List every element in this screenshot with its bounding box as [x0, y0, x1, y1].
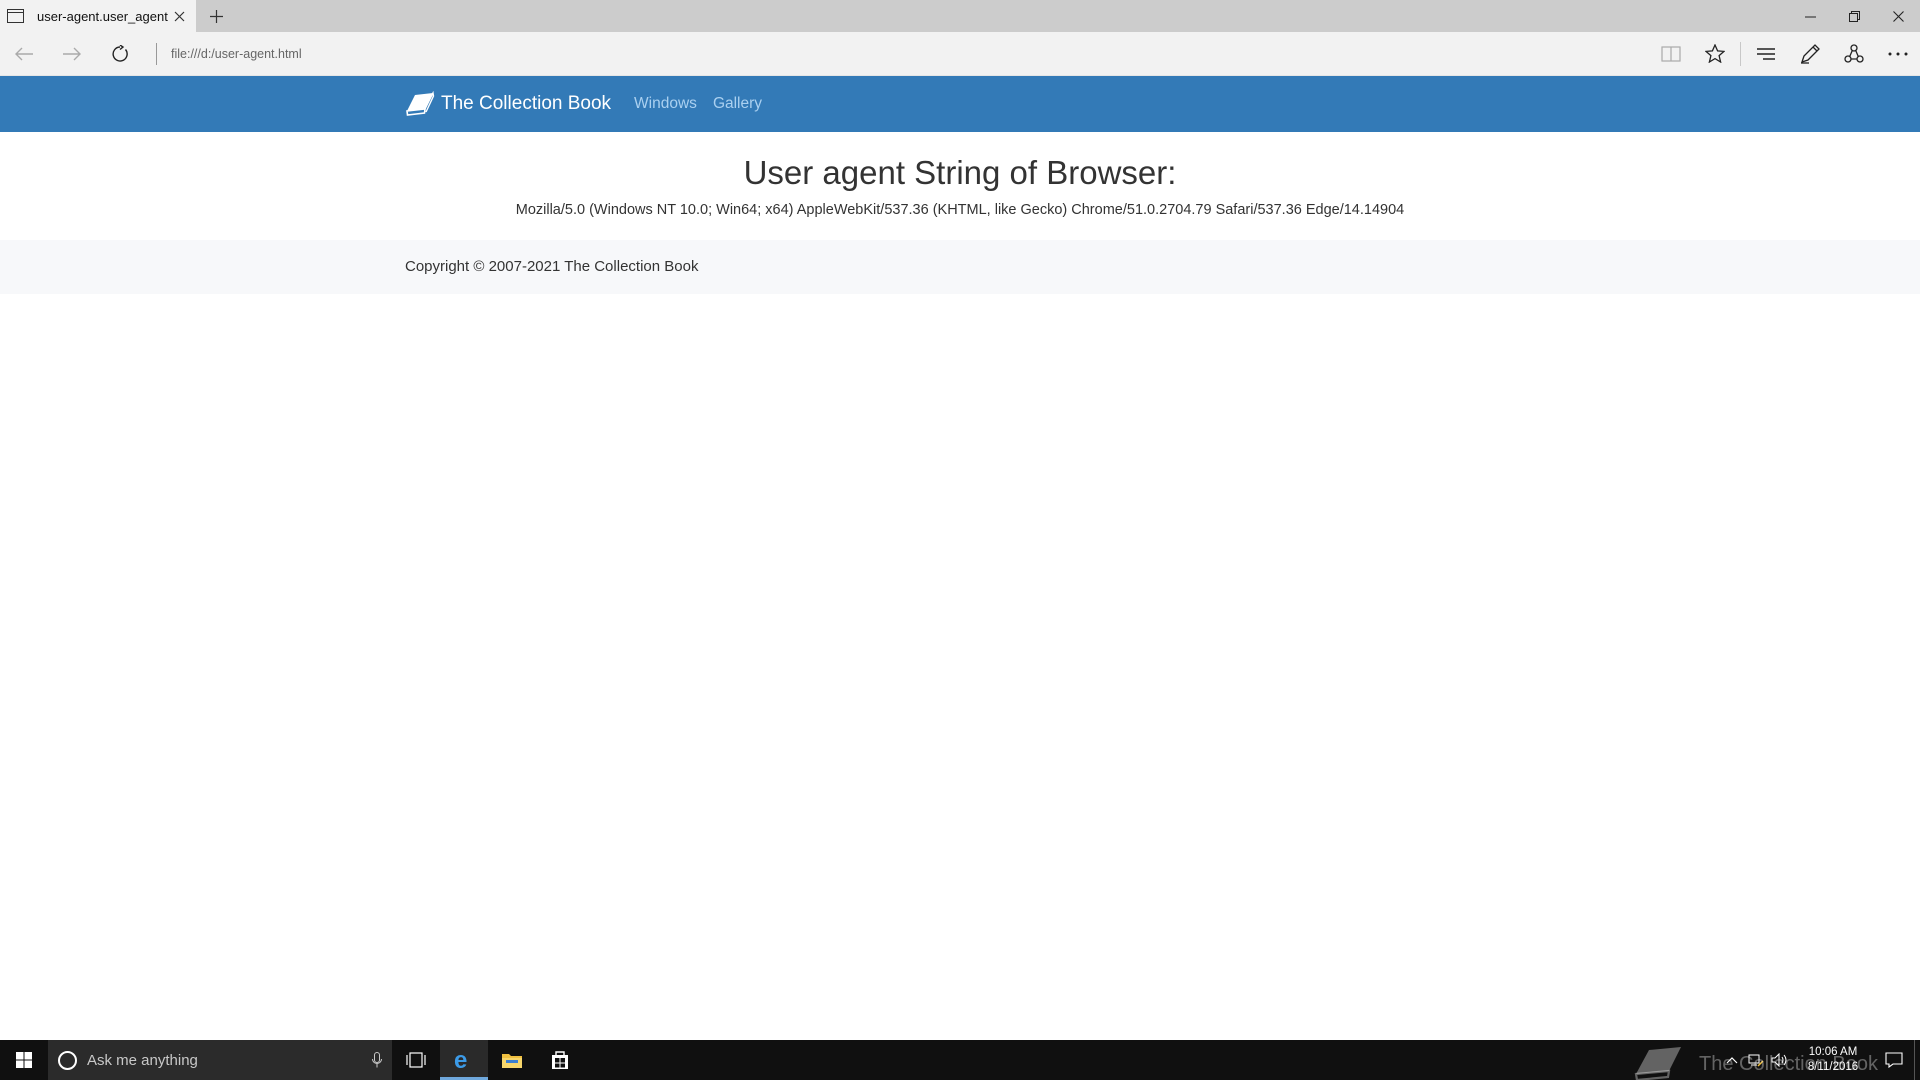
refresh-button[interactable] [96, 32, 144, 76]
close-tab-icon[interactable] [168, 5, 190, 27]
address-separator [156, 42, 157, 65]
main-content: User agent String of Browser: Mozilla/5.… [0, 132, 1920, 240]
windows-logo-icon [16, 1052, 32, 1068]
toolbar-separator [1740, 41, 1741, 66]
close-window-button[interactable] [1876, 0, 1920, 32]
tab-strip: user-agent.user_agent - [0, 0, 1920, 32]
folder-icon [502, 1054, 522, 1068]
browser-tab[interactable]: user-agent.user_agent - [0, 0, 196, 32]
taskbar-edge[interactable]: e [440, 1040, 488, 1080]
more-button[interactable] [1876, 32, 1920, 76]
network-icon[interactable] [1744, 1040, 1768, 1080]
volume-icon[interactable] [1768, 1040, 1792, 1080]
copyright-text: Copyright © 2007-2021 The Collection Boo… [405, 258, 699, 275]
user-agent-string: Mozilla/5.0 (Windows NT 10.0; Win64; x64… [515, 202, 1405, 218]
page-icon [7, 9, 24, 23]
reading-view-button[interactable] [1649, 32, 1693, 76]
book-icon [406, 91, 435, 116]
search-placeholder: Ask me anything [87, 1051, 198, 1069]
task-view-icon [406, 1052, 426, 1068]
window-controls [1788, 0, 1920, 32]
system-tray: The Collection Book 10:06 AM 8/11/2016 [1634, 1040, 1920, 1082]
clock-date: 8/11/2016 [1807, 1061, 1859, 1073]
clock-time: 10:06 AM [1808, 1046, 1858, 1058]
site-footer: Copyright © 2007-2021 The Collection Boo… [0, 240, 1920, 294]
site-navbar: The Collection Book Windows Gallery [0, 76, 1920, 132]
favorite-star-button[interactable] [1693, 32, 1737, 76]
tab-title: user-agent.user_agent - [37, 8, 168, 24]
microphone-icon[interactable] [372, 1052, 382, 1068]
page-title: User agent String of Browser: [743, 154, 1177, 191]
browser-toolbar: file:///d:/user-agent.html [0, 32, 1920, 76]
taskbar-file-explorer[interactable] [488, 1040, 536, 1080]
restore-button[interactable] [1832, 0, 1876, 32]
brand-link[interactable]: The Collection Book [405, 91, 611, 117]
web-note-button[interactable] [1788, 32, 1832, 76]
nav-link-windows[interactable]: Windows [634, 95, 697, 113]
nav-link-gallery[interactable]: Gallery [713, 95, 762, 113]
store-icon [552, 1051, 568, 1069]
hub-button[interactable] [1744, 32, 1788, 76]
cortana-icon [58, 1050, 77, 1070]
forward-button[interactable] [48, 32, 96, 76]
start-button[interactable] [0, 1040, 48, 1080]
taskbar: Ask me anything e The Collection Book 10… [0, 1040, 1920, 1082]
share-button[interactable] [1832, 32, 1876, 76]
action-center-button[interactable] [1874, 1040, 1914, 1080]
taskbar-store[interactable] [536, 1040, 584, 1080]
new-tab-button[interactable] [196, 0, 236, 32]
edge-icon: e [454, 1049, 467, 1071]
notification-icon [1885, 1052, 1903, 1068]
address-bar[interactable]: file:///d:/user-agent.html [171, 47, 1649, 61]
brand-name: The Collection Book [441, 93, 612, 114]
show-hidden-icons[interactable] [1720, 1040, 1744, 1080]
system-clock[interactable]: 10:06 AM 8/11/2016 [1792, 1045, 1874, 1075]
cortana-search-box[interactable]: Ask me anything [48, 1040, 392, 1080]
watermark-book-icon [1634, 1047, 1682, 1082]
svg-text:e: e [454, 1049, 467, 1071]
task-view-button[interactable] [392, 1040, 440, 1080]
show-desktop-button[interactable] [1914, 1040, 1920, 1080]
back-button[interactable] [0, 32, 48, 76]
minimize-button[interactable] [1788, 0, 1832, 32]
